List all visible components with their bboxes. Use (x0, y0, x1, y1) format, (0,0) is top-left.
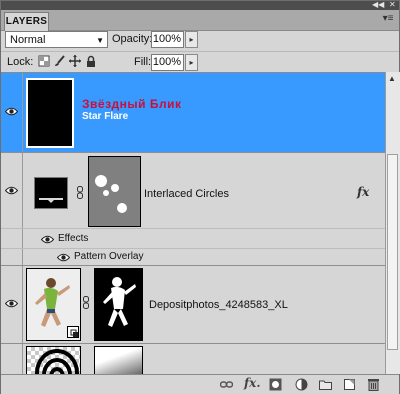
add-mask-icon[interactable] (269, 378, 282, 391)
layer-name-russian: Звёздный Блик (82, 97, 182, 111)
effect-item-label: Pattern Overlay (74, 251, 144, 262)
fill-stepper[interactable]: ▸ (185, 54, 198, 71)
add-style-icon[interactable]: fx. (244, 376, 261, 390)
lock-transparent-icon[interactable] (38, 55, 50, 67)
opacity-label: Opacity: (112, 33, 153, 45)
layer-name: Interlaced Circles (144, 188, 229, 200)
eye-icon[interactable] (5, 107, 18, 116)
layer-mask-thumbnail[interactable] (88, 156, 141, 227)
visibility-cell (1, 73, 23, 152)
lock-position-icon[interactable] (69, 55, 81, 67)
new-group-icon[interactable] (319, 378, 332, 391)
lock-label: Lock: (7, 56, 34, 68)
lock-image-icon[interactable] (54, 55, 66, 67)
layer-row-interlaced-circles[interactable]: Interlaced Circles fx Effects Pattern Ov… (1, 153, 385, 266)
opacity-input[interactable]: 100% (151, 31, 184, 48)
collapse-icon[interactable]: ◀◀ (372, 0, 384, 10)
layer-row-star-flare[interactable]: Звёздный Блик Star Flare (1, 73, 385, 153)
effect-item-pattern-overlay[interactable]: Pattern Overlay (1, 248, 385, 266)
eye-icon[interactable] (57, 253, 70, 262)
scroll-up-icon[interactable]: ▲ (388, 74, 396, 83)
smart-object-icon (67, 326, 79, 338)
opacity-stepper[interactable]: ▸ (185, 31, 198, 48)
layer-thumbnail (34, 177, 68, 209)
close-icon[interactable]: ✕ (389, 0, 396, 10)
effects-label: Effects (58, 233, 89, 244)
layer-mask-thumbnail[interactable] (94, 268, 143, 341)
scroll-thumb[interactable] (387, 154, 398, 350)
tab-row: LAYERS ▾≡ (1, 10, 399, 31)
blend-row: Normal ▼ Opacity: 100% ▸ (1, 31, 399, 51)
layer-row-swirl[interactable] (1, 344, 385, 375)
panel-menu-icon[interactable]: ▾≡ (381, 13, 395, 25)
new-layer-icon[interactable] (343, 378, 356, 391)
layers-scrollbar[interactable]: ▲ (385, 72, 400, 374)
chevron-down-icon: ▼ (96, 36, 104, 45)
mask-link-icon[interactable] (77, 186, 83, 199)
lock-row: Lock: Fill: 100% ▸ (1, 51, 399, 73)
visibility-cell (1, 344, 23, 375)
layer-thumbnail (26, 78, 74, 148)
eye-icon[interactable] (5, 186, 18, 195)
blend-mode-select[interactable]: Normal ▼ (5, 31, 108, 48)
layer-thumbnail (26, 346, 81, 375)
blend-mode-value: Normal (10, 34, 46, 46)
fill-input[interactable]: 100% (151, 54, 184, 71)
panel-titlebar: ◀◀ ✕ (1, 0, 399, 10)
eye-icon[interactable] (41, 235, 54, 244)
layers-panel: ◀◀ ✕ LAYERS ▾≡ Normal ▼ Opacity: 100% ▸ … (0, 0, 400, 394)
fill-label: Fill: (134, 56, 152, 68)
delete-layer-icon[interactable] (367, 378, 380, 391)
visibility-cell (1, 266, 23, 343)
layer-name-english: Star Flare (82, 111, 129, 122)
layers-bottom-toolbar: fx. (1, 374, 399, 394)
layers-list: Звёздный Блик Star Flare Interlaced Circ… (1, 72, 385, 375)
lock-all-icon[interactable] (85, 55, 97, 67)
layer-row-depositphotos[interactable]: Depositphotos_4248583_XL (1, 266, 385, 344)
layer-name: Depositphotos_4248583_XL (149, 299, 288, 311)
layer-mask-thumbnail[interactable] (94, 346, 143, 375)
effects-group[interactable]: Effects (1, 228, 385, 248)
fx-icon[interactable]: fx (357, 185, 369, 199)
eye-icon[interactable] (5, 299, 18, 308)
mask-link-icon[interactable] (83, 296, 89, 309)
tab-layers[interactable]: LAYERS (4, 12, 49, 31)
link-layers-icon[interactable] (220, 378, 233, 391)
adjustment-layer-icon[interactable] (295, 378, 308, 391)
